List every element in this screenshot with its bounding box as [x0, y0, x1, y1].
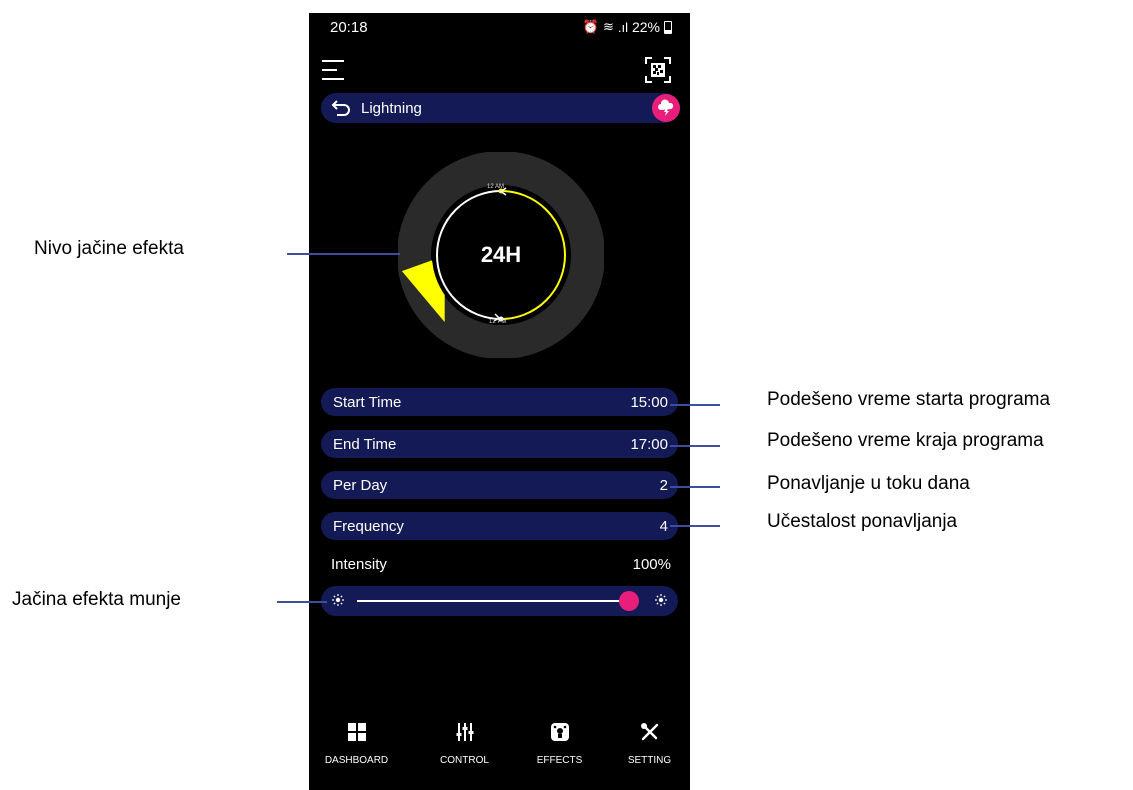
frequency-row[interactable]: Frequency 4 — [321, 512, 678, 540]
lightning-cloud-icon[interactable] — [652, 94, 680, 122]
intensity-slider-track[interactable] — [357, 591, 640, 611]
intensity-value: 100% — [632, 556, 671, 573]
qr-code-icon[interactable] — [644, 56, 672, 84]
nav-control-label: CONTROL — [440, 755, 489, 766]
back-arrow-icon[interactable] — [331, 98, 353, 118]
nav-setting-label: SETTING — [627, 755, 672, 766]
callout-per-day: Ponavljanje u toku dana — [767, 473, 970, 494]
intensity-label: Intensity — [331, 556, 387, 573]
brightness-low-icon — [332, 594, 344, 606]
callout-line-per-day — [670, 486, 720, 488]
callout-end-time: Podešeno vreme kraja programa — [767, 430, 1044, 451]
nav-effects-label: EFFECTS — [536, 755, 583, 766]
start-time-label: Start Time — [333, 394, 402, 411]
dial-tick-top: 12 AM — [487, 184, 505, 190]
end-time-value: 17:00 — [630, 436, 668, 453]
effect-level-dial[interactable]: 12 AM 12 PM 24H — [397, 151, 605, 359]
brightness-high-icon — [655, 594, 667, 606]
hamburger-menu-icon[interactable] — [320, 57, 350, 83]
dial-center-label: 24H — [480, 242, 522, 267]
effects-icon — [550, 723, 569, 741]
start-time-value: 15:00 — [630, 394, 668, 411]
wifi-icon: ≋ — [602, 19, 614, 34]
per-day-label: Per Day — [333, 477, 388, 494]
callout-line-frequency — [670, 525, 720, 527]
callout-lightning-strength: Jačina efekta munje — [12, 589, 181, 610]
callout-line-lightning-strength — [277, 601, 327, 603]
status-icons: ⏰ ≋ .ıl 22% — [583, 19, 672, 35]
start-time-row[interactable]: Start Time 15:00 — [321, 388, 678, 416]
callout-start-time: Podešeno vreme starta programa — [767, 389, 1051, 410]
alarm-icon: ⏰ — [582, 19, 599, 34]
callout-line-start-time — [670, 404, 720, 406]
frequency-value: 4 — [659, 518, 668, 535]
end-time-label: End Time — [333, 436, 397, 453]
status-bar: 20:18 ⏰ ≋ .ıl 22% — [309, 13, 690, 43]
nav-setting[interactable]: SETTING — [602, 713, 690, 766]
callout-line-end-time — [670, 445, 720, 447]
nav-dashboard-label: DASHBOARD — [324, 755, 389, 766]
intensity-slider-bar — [321, 586, 678, 616]
callout-effect-level: Nivo jačine efekta — [34, 238, 184, 259]
bottom-navigation: DASHBOARD CONTROL EFFECTS SETTING — [309, 713, 690, 790]
nav-effects[interactable]: EFFECTS — [512, 713, 607, 766]
phone-screen: 20:18 ⏰ ≋ .ıl 22% Lightning 12 AM 12 PM … — [309, 13, 690, 790]
status-time: 20:18 — [330, 19, 368, 36]
callout-line-effect-level — [287, 253, 400, 255]
nav-dashboard[interactable]: DASHBOARD — [309, 713, 404, 766]
callout-frequency: Učestalost ponavljanja — [767, 511, 958, 532]
per-day-row[interactable]: Per Day 2 — [321, 471, 678, 499]
per-day-value: 2 — [659, 477, 668, 494]
intensity-slider-thumb[interactable] — [619, 591, 640, 611]
battery-icon — [664, 20, 672, 34]
effect-header-bar: Lightning — [321, 93, 680, 123]
dial-tick-bottom: 12 PM — [489, 319, 507, 325]
sliders-control-icon — [456, 723, 473, 741]
dashboard-grid-icon — [347, 723, 366, 741]
nav-control[interactable]: CONTROL — [417, 713, 512, 766]
tools-wrench-icon — [640, 723, 658, 741]
frequency-label: Frequency — [333, 518, 404, 535]
end-time-row[interactable]: End Time 17:00 — [321, 430, 678, 458]
effect-title: Lightning — [361, 100, 422, 117]
signal-icon: .ıl — [617, 19, 628, 35]
battery-percent: 22% — [631, 19, 660, 35]
